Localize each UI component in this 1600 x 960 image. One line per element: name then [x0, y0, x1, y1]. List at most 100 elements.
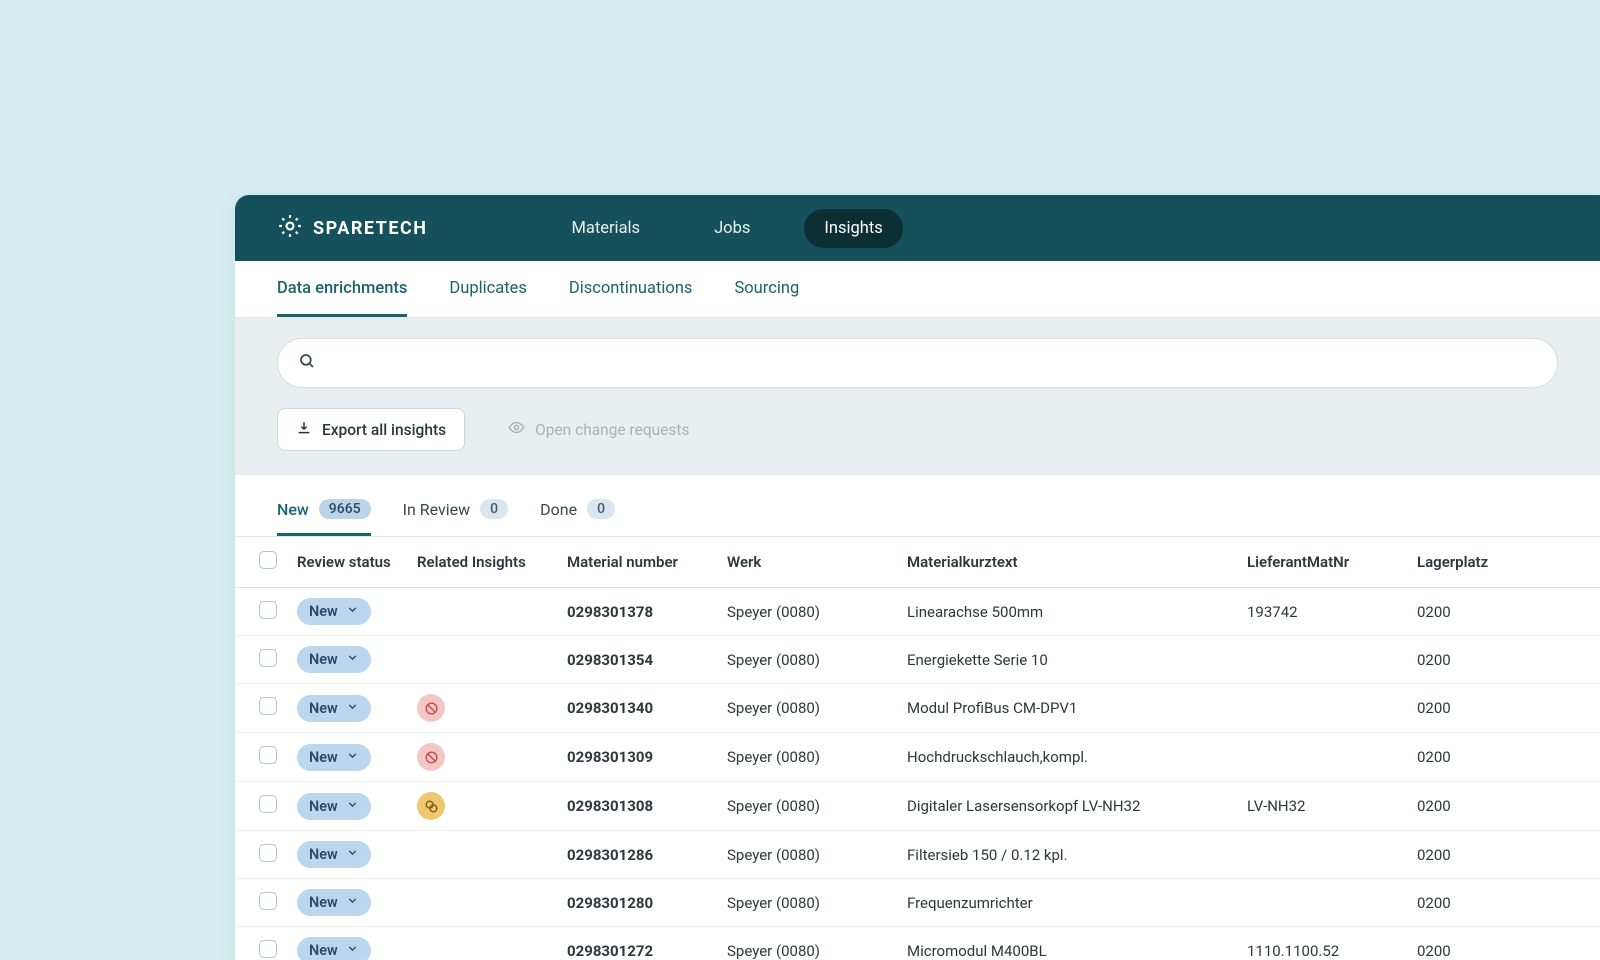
cell-materialkurztext: Linearachse 500mm — [897, 588, 1237, 636]
search-box[interactable] — [277, 338, 1558, 388]
subnav-duplicates[interactable]: Duplicates — [449, 261, 527, 317]
table-header-row: Review status Related Insights Material … — [235, 537, 1600, 588]
cell-werk: Speyer (0080) — [717, 927, 897, 960]
export-button[interactable]: Export all insights — [277, 408, 465, 451]
table-row[interactable]: New0298301309Speyer (0080)Hochdruckschla… — [235, 733, 1600, 782]
status-chip[interactable]: New — [297, 937, 371, 960]
col-lieferant[interactable]: LieferantMatNr — [1237, 537, 1407, 588]
cell-lieferant — [1237, 636, 1407, 684]
status-tab-count: 9665 — [319, 499, 371, 519]
select-all-checkbox[interactable] — [259, 551, 277, 569]
row-checkbox[interactable] — [259, 892, 277, 910]
cell-werk: Speyer (0080) — [717, 636, 897, 684]
cell-lagerplatz: 0200 — [1407, 588, 1600, 636]
cell-materialkurztext: Frequenzumrichter — [897, 879, 1237, 927]
chevron-down-icon — [346, 651, 359, 668]
subnav-data-enrichments[interactable]: Data enrichments — [277, 261, 407, 317]
table-row[interactable]: New 0298301280Speyer (0080)Frequenzumrich… — [235, 879, 1600, 927]
subnav: Data enrichments Duplicates Discontinuat… — [235, 261, 1600, 318]
status-chip-label: New — [309, 603, 338, 620]
cell-material-number: 0298301280 — [557, 879, 717, 927]
cell-material-number: 0298301340 — [557, 684, 717, 733]
table-row[interactable]: New 0298301272Speyer (0080)Micromodul M40… — [235, 927, 1600, 960]
row-checkbox[interactable] — [259, 795, 277, 813]
status-chip-label: New — [309, 942, 338, 959]
brand: SPARETECH — [277, 213, 427, 244]
col-review-status[interactable]: Review status — [287, 537, 407, 588]
cell-material-number: 0298301286 — [557, 831, 717, 879]
table-row[interactable]: New0298301308Speyer (0080)Digitaler Lase… — [235, 782, 1600, 831]
status-tab-in-review[interactable]: In Review 0 — [403, 499, 509, 536]
cell-werk: Speyer (0080) — [717, 684, 897, 733]
cell-materialkurztext: Modul ProfiBus CM-DPV1 — [897, 684, 1237, 733]
col-materialkurztext[interactable]: Materialkurztext — [897, 537, 1237, 588]
cell-related-insights — [407, 782, 557, 831]
cell-materialkurztext: Filtersieb 150 / 0.12 kpl. — [897, 831, 1237, 879]
row-checkbox[interactable] — [259, 649, 277, 667]
status-tab-done[interactable]: Done 0 — [540, 499, 615, 536]
status-tab-label: Done — [540, 500, 577, 519]
nav-jobs[interactable]: Jobs — [694, 209, 770, 248]
status-chip[interactable]: New — [297, 889, 371, 916]
eye-icon — [508, 419, 525, 440]
chevron-down-icon — [346, 700, 359, 717]
insights-table: Review status Related Insights Material … — [235, 536, 1600, 960]
status-chip[interactable]: New — [297, 598, 371, 625]
cell-lieferant: 1110.1100.52 — [1237, 927, 1407, 960]
status-chip[interactable]: New — [297, 744, 371, 771]
cell-lieferant: 193742 — [1237, 588, 1407, 636]
download-icon — [296, 420, 312, 440]
status-chip-label: New — [309, 749, 338, 766]
cell-lagerplatz: 0200 — [1407, 782, 1600, 831]
status-tab-count: 0 — [587, 499, 615, 519]
open-requests-label: Open change requests — [535, 421, 689, 439]
cell-lagerplatz: 0200 — [1407, 927, 1600, 960]
search-input[interactable] — [328, 354, 1537, 372]
cell-materialkurztext: Hochdruckschlauch,kompl. — [897, 733, 1237, 782]
col-lagerplatz[interactable]: Lagerplatz — [1407, 537, 1600, 588]
topbar: SPARETECH Materials Jobs Insights — [235, 195, 1600, 261]
chevron-down-icon — [346, 942, 359, 959]
cell-lieferant — [1237, 879, 1407, 927]
cell-related-insights — [407, 588, 557, 636]
status-tab-new[interactable]: New 9665 — [277, 499, 371, 536]
gear-icon — [277, 213, 303, 244]
row-checkbox[interactable] — [259, 746, 277, 764]
status-chip-label: New — [309, 651, 338, 668]
cell-materialkurztext: Micromodul M400BL — [897, 927, 1237, 960]
status-chip[interactable]: New — [297, 695, 371, 722]
cell-material-number: 0298301272 — [557, 927, 717, 960]
status-chip-label: New — [309, 798, 338, 815]
col-related-insights[interactable]: Related Insights — [407, 537, 557, 588]
row-checkbox[interactable] — [259, 697, 277, 715]
cell-related-insights — [407, 831, 557, 879]
row-checkbox[interactable] — [259, 940, 277, 958]
row-checkbox[interactable] — [259, 844, 277, 862]
nav-insights[interactable]: Insights — [804, 209, 902, 248]
col-werk[interactable]: Werk — [717, 537, 897, 588]
subnav-sourcing[interactable]: Sourcing — [734, 261, 799, 317]
col-material-number[interactable]: Material number — [557, 537, 717, 588]
duplicate-icon — [417, 792, 445, 820]
status-chip[interactable]: New — [297, 841, 371, 868]
cell-lagerplatz: 0200 — [1407, 733, 1600, 782]
table-row[interactable]: New0298301286Speyer (0080)Filtersieb 150… — [235, 831, 1600, 879]
cell-werk: Speyer (0080) — [717, 782, 897, 831]
cell-materialkurztext: Digitaler Lasersensorkopf LV-NH32 — [897, 782, 1237, 831]
cell-materialkurztext: Energiekette Serie 10 — [897, 636, 1237, 684]
table-row[interactable]: New0298301378Speyer (0080)Linearachse 50… — [235, 588, 1600, 636]
table-row[interactable]: New 0298301340Speyer (0080)Modul ProfiBus… — [235, 684, 1600, 733]
status-chip[interactable]: New — [297, 646, 371, 673]
chevron-down-icon — [346, 749, 359, 766]
cell-werk: Speyer (0080) — [717, 879, 897, 927]
brand-text: SPARETECH — [313, 218, 427, 239]
chevron-down-icon — [346, 798, 359, 815]
button-row: Export all insights Open change requests — [277, 408, 1558, 451]
nav-materials[interactable]: Materials — [551, 209, 660, 248]
open-requests-button[interactable]: Open change requests — [489, 408, 708, 451]
table-row[interactable]: New0298301354Speyer (0080)Energiekette S… — [235, 636, 1600, 684]
subnav-discontinuations[interactable]: Discontinuations — [569, 261, 693, 317]
cell-related-insights — [407, 684, 557, 733]
status-chip[interactable]: New — [297, 793, 371, 820]
row-checkbox[interactable] — [259, 601, 277, 619]
